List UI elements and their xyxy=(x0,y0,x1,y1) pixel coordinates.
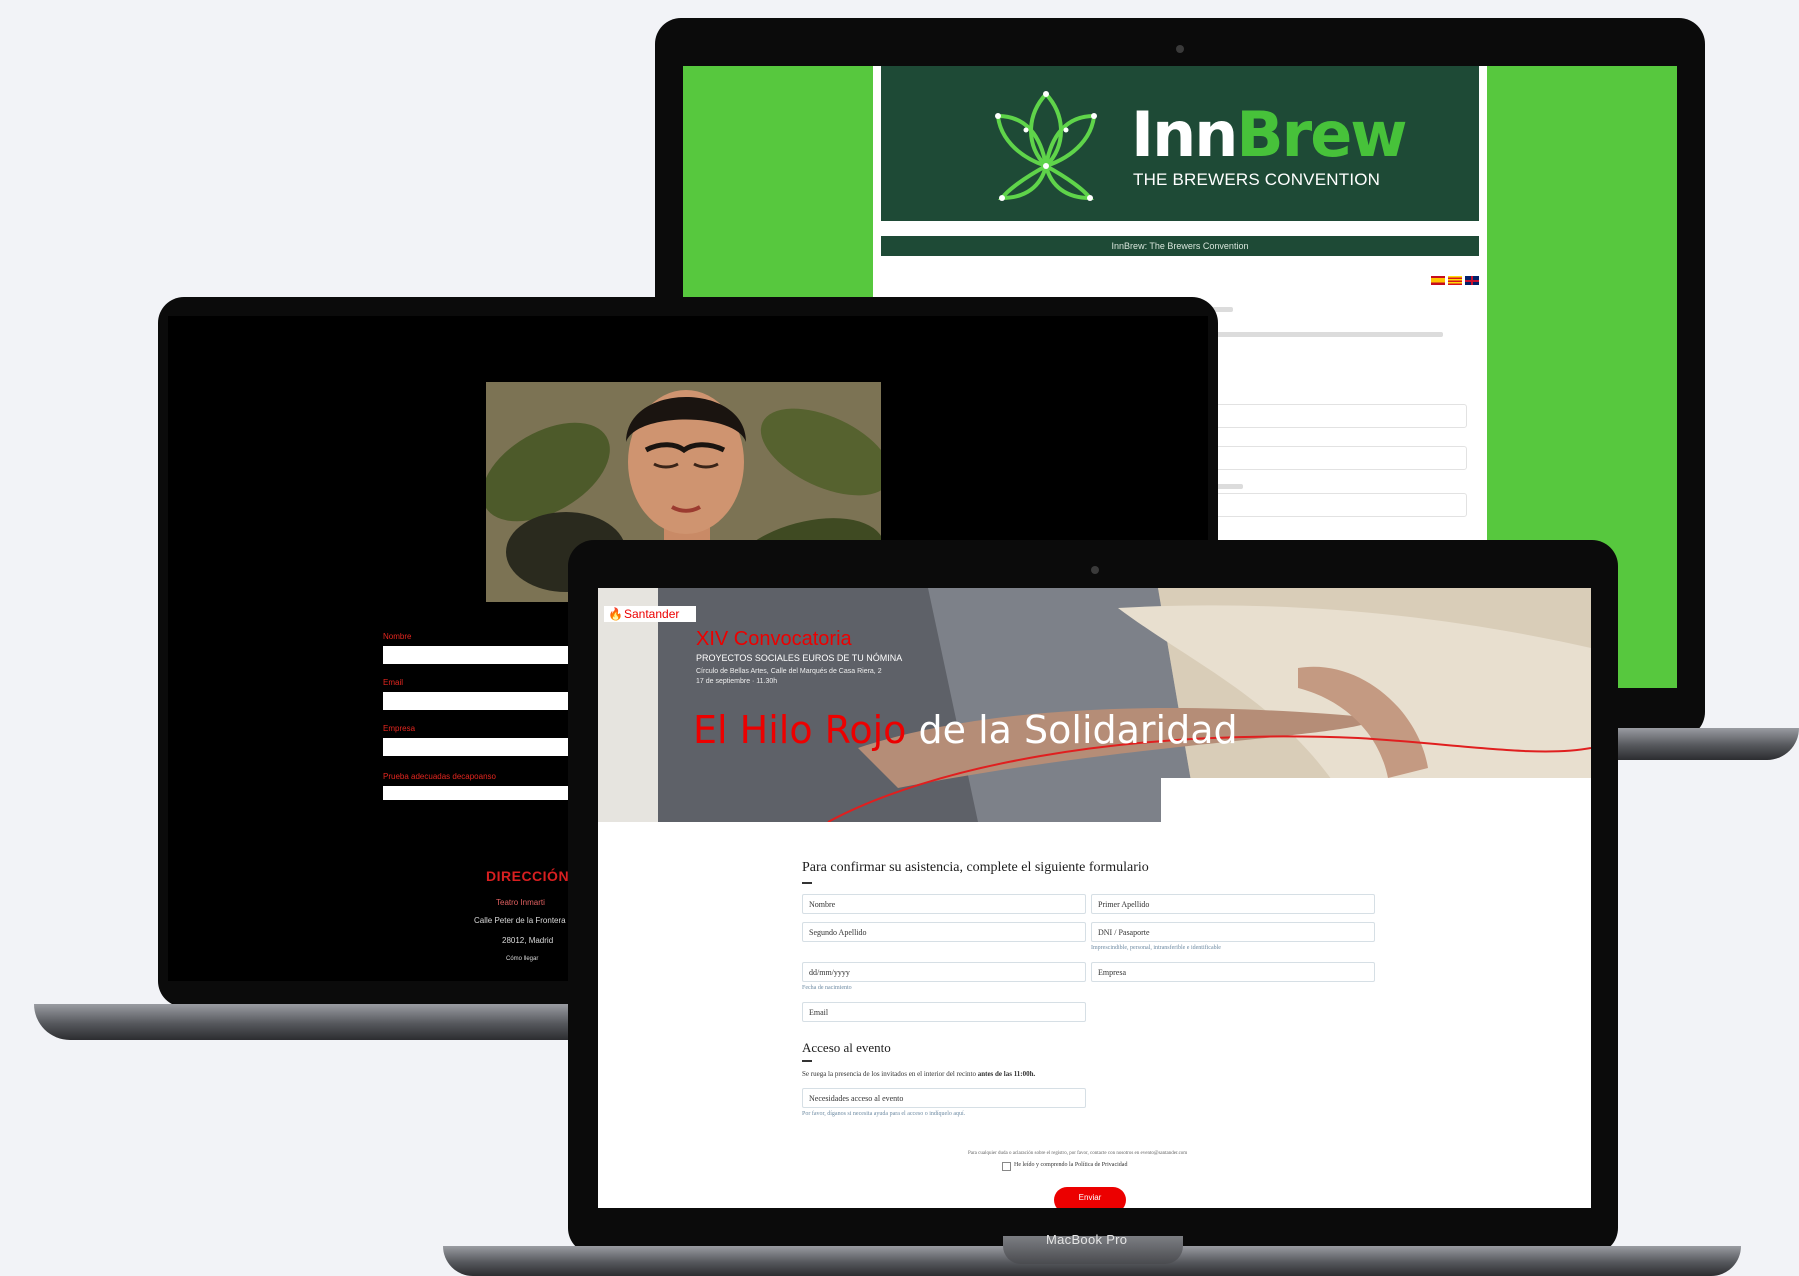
date-text: 17 de septiembre · 11.30h xyxy=(696,678,778,685)
flag-es-icon[interactable] xyxy=(1431,276,1445,285)
flag-gb-icon[interactable] xyxy=(1465,276,1479,285)
device-label: MacBook Pro xyxy=(1046,1232,1128,1247)
primer-apellido-field[interactable]: Primer Apellido xyxy=(1091,894,1375,914)
venue-name: Teatro Inmarti xyxy=(496,898,545,907)
flame-icon: 🔥 xyxy=(608,607,623,621)
innbrew-title-bar: InnBrew: The Brewers Convention xyxy=(881,236,1479,256)
direccion-heading: DIRECCIÓN xyxy=(486,868,570,884)
access-title: Acceso al evento xyxy=(802,1040,891,1055)
form-title: Para confirmar su asistencia, complete e… xyxy=(802,860,1149,875)
logo-box: 🔥 Santander xyxy=(604,606,696,622)
camera-icon xyxy=(1176,45,1184,53)
form-field[interactable] xyxy=(1203,446,1467,470)
santander-screen: 🔥 Santander XIV Convocatoria PROYECTOS S… xyxy=(598,588,1591,1208)
date-note: Fecha de nacimiento xyxy=(802,985,852,991)
field-label-nombre: Nombre xyxy=(383,632,412,641)
access-text: Se ruega la presencia de los invitados e… xyxy=(802,1070,1036,1078)
directions-link[interactable]: Cómo llegar xyxy=(506,956,538,962)
necesidades-field[interactable]: Necesidades acceso al evento xyxy=(802,1088,1086,1108)
field-label-empresa: Empresa xyxy=(383,724,416,733)
venue-city: 28012, Madrid xyxy=(502,936,554,945)
headline: El Hilo Rojo de la Solidaridad xyxy=(693,708,1238,752)
convocatoria-subtitle: PROYECTOS SOCIALES EUROS DE TU NÓMINA xyxy=(696,653,903,663)
dni-note: Imprescindible, personal, intransferible… xyxy=(1091,945,1221,951)
segundo-apellido-field[interactable]: Segundo Apellido xyxy=(802,922,1086,942)
privacy-checkbox[interactable] xyxy=(1002,1162,1011,1171)
santander-logo: Santander xyxy=(624,607,680,621)
hero-banner: 🔥 Santander XIV Convocatoria PROYECTOS S… xyxy=(598,588,1591,822)
empresa-field[interactable]: Empresa xyxy=(1091,962,1375,982)
camera-icon xyxy=(1091,566,1099,574)
privacy-note: Para cualquier duda o aclaración sobre e… xyxy=(968,1151,1188,1156)
date-field[interactable]: dd/mm/yyyy xyxy=(802,962,1086,982)
venue-street: Calle Peter de la Frontera xyxy=(474,916,566,925)
form-field[interactable] xyxy=(1203,404,1467,428)
convocatoria-title: XIV Convocatoria xyxy=(696,628,852,650)
privacy-check-label: He leído y comprendo la Política de Priv… xyxy=(1014,1162,1128,1168)
field-label-email: Email xyxy=(383,678,404,687)
field-label-extra: Prueba adecuadas decapoanso xyxy=(383,772,496,781)
submit-button[interactable]: Enviar xyxy=(1054,1187,1126,1208)
innbrew-header: InnBrew THE BREWERS CONVENTION xyxy=(881,66,1479,221)
dni-field[interactable]: DNI / Pasaporte xyxy=(1091,922,1375,942)
hero-photo xyxy=(598,588,1591,822)
email-field[interactable]: Email xyxy=(802,1002,1086,1022)
hop-logo-icon xyxy=(995,91,1097,201)
text-line xyxy=(1203,332,1443,337)
section-underline xyxy=(802,1060,812,1062)
select-field[interactable] xyxy=(1203,493,1467,517)
necesidades-note: Por favor, díganos si necesita ayuda par… xyxy=(802,1111,966,1117)
nombre-field[interactable]: Nombre xyxy=(802,894,1086,914)
innbrew-logo-subtitle: THE BREWERS CONVENTION xyxy=(1133,170,1381,189)
innbrew-logo-text: InnBrew xyxy=(1131,98,1408,171)
venue-text: Círculo de Bellas Artes, Calle del Marqu… xyxy=(696,668,882,675)
flag-ca-icon[interactable] xyxy=(1448,276,1462,285)
title-underline xyxy=(802,882,812,884)
